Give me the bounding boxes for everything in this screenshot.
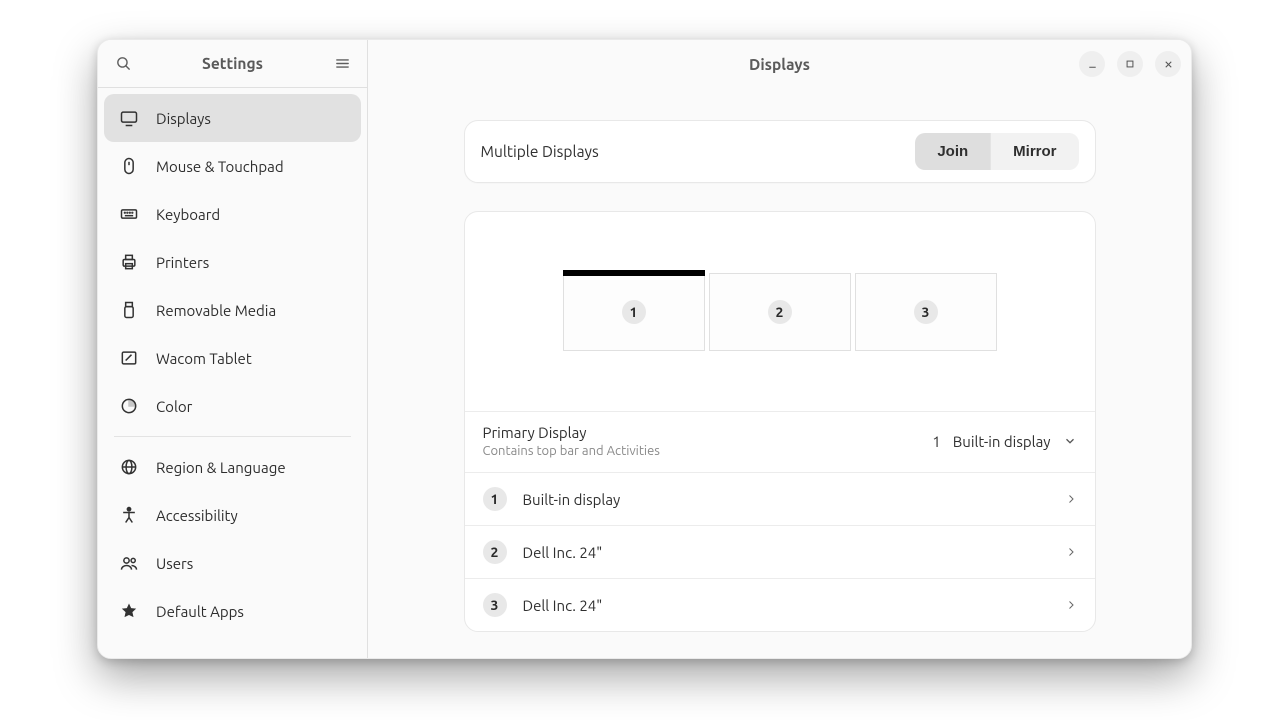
primary-display-num: 1 [932,433,940,450]
search-icon [115,55,132,72]
sidebar-header: Settings [98,40,367,88]
hamburger-button[interactable] [325,47,359,81]
sidebar-item-default-apps[interactable]: Default Apps [104,587,361,635]
search-button[interactable] [106,47,140,81]
sidebar: Settings Displays Mouse & Touchpad [98,40,368,658]
primary-display-subtitle: Contains top bar and Activities [483,444,660,458]
monitor-number-badge: 1 [622,300,646,324]
sidebar-item-label: Keyboard [156,206,347,223]
display-row-label: Built-in display [523,491,1049,508]
display-arrangement[interactable]: 1 2 3 [465,212,1095,412]
page-title: Displays [749,56,810,73]
sidebar-item-wacom[interactable]: Wacom Tablet [104,334,361,382]
monitor-tile-2[interactable]: 2 [709,273,851,351]
tablet-icon [118,347,140,369]
close-icon [1163,59,1174,70]
settings-window: Settings Displays Mouse & Touchpad [97,39,1192,659]
display-row-2[interactable]: 2 Dell Inc. 24" [465,525,1095,578]
chevron-right-icon [1065,491,1077,507]
content: Multiple Displays Join Mirror 1 2 3 [368,88,1191,658]
keyboard-icon [118,203,140,225]
sidebar-item-label: Region & Language [156,459,347,476]
chevron-down-icon [1063,434,1077,448]
sidebar-item-label: Printers [156,254,347,271]
display-row-1[interactable]: 1 Built-in display [465,472,1095,525]
minimize-button[interactable] [1079,51,1105,77]
monitor-tile-3[interactable]: 3 [855,273,997,351]
display-row-label: Dell Inc. 24" [523,544,1049,561]
display-row-label: Dell Inc. 24" [523,597,1049,614]
display-row-num: 3 [483,593,507,617]
sidebar-item-mouse[interactable]: Mouse & Touchpad [104,142,361,190]
sidebar-item-label: Removable Media [156,302,347,319]
globe-icon [118,456,140,478]
color-icon [118,395,140,417]
sidebar-title: Settings [202,55,263,72]
monitor-number-badge: 2 [768,300,792,324]
multiple-displays-card: Multiple Displays Join Mirror [464,120,1096,183]
primary-display-row[interactable]: Primary Display Contains top bar and Act… [465,412,1095,472]
sidebar-item-region[interactable]: Region & Language [104,443,361,491]
display-row-num: 2 [483,540,507,564]
sidebar-item-label: Wacom Tablet [156,350,347,367]
display-row-num: 1 [483,487,507,511]
maximize-icon [1125,59,1135,69]
printer-icon [118,251,140,273]
accessibility-icon [118,504,140,526]
sidebar-item-accessibility[interactable]: Accessibility [104,491,361,539]
sidebar-item-label: Users [156,555,347,572]
display-row-3[interactable]: 3 Dell Inc. 24" [465,578,1095,631]
close-button[interactable] [1155,51,1181,77]
sidebar-item-label: Mouse & Touchpad [156,158,347,175]
main-panel: Displays Multiple Displays Join Mirror [368,40,1191,658]
users-icon [118,552,140,574]
monitor-tile-1[interactable]: 1 [563,273,705,351]
sidebar-item-label: Displays [156,110,347,127]
chevron-right-icon [1065,597,1077,613]
multiple-displays-title: Multiple Displays [481,143,599,160]
display-mode-toggle: Join Mirror [915,133,1078,170]
sidebar-item-label: Accessibility [156,507,347,524]
hamburger-icon [334,55,351,72]
sidebar-item-removable-media[interactable]: Removable Media [104,286,361,334]
maximize-button[interactable] [1117,51,1143,77]
sidebar-item-users[interactable]: Users [104,539,361,587]
mouse-icon [118,155,140,177]
sidebar-item-displays[interactable]: Displays [104,94,361,142]
minimize-icon [1087,59,1098,70]
monitor-number-badge: 3 [914,300,938,324]
monitor-icon [118,107,140,129]
sidebar-item-label: Default Apps [156,603,347,620]
star-icon [118,600,140,622]
sidebar-item-keyboard[interactable]: Keyboard [104,190,361,238]
sidebar-item-color[interactable]: Color [104,382,361,430]
sidebar-item-label: Color [156,398,347,415]
join-button[interactable]: Join [915,133,990,170]
sidebar-nav: Displays Mouse & Touchpad Keyboard Print… [98,88,367,641]
chevron-right-icon [1065,544,1077,560]
mirror-button[interactable]: Mirror [990,133,1078,170]
displays-config-card: 1 2 3 Primary Display Contains top bar a… [464,211,1096,632]
usb-icon [118,299,140,321]
primary-display-value: 1 Built-in display [932,433,1076,450]
primary-display-name: Built-in display [953,433,1051,450]
sidebar-item-printers[interactable]: Printers [104,238,361,286]
sidebar-separator [114,436,351,437]
primary-display-title: Primary Display [483,424,660,441]
window-controls [1079,51,1181,77]
main-header: Displays [368,40,1191,88]
